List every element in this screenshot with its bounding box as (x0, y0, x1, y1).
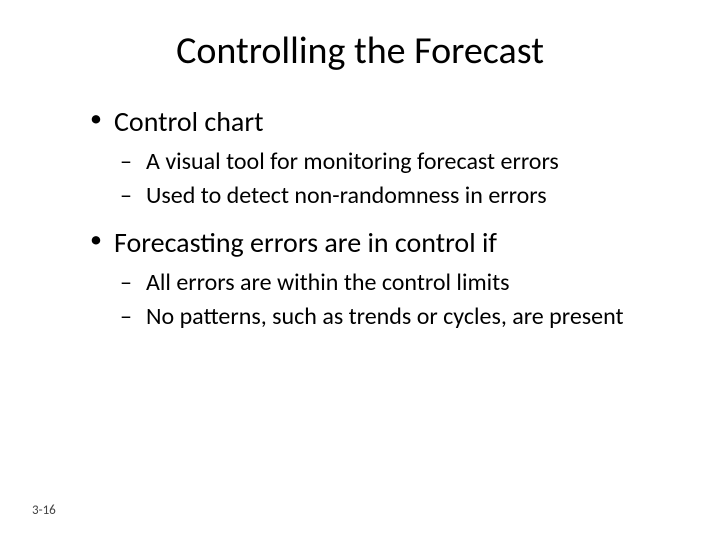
bullet-level2: All errors are within the control limits (90, 268, 670, 298)
bullet-level1: Control chart (90, 104, 670, 139)
bullet-group: Forecasting errors are in control if All… (90, 225, 670, 332)
slide-title: Controlling the Forecast (50, 28, 670, 74)
slide-container: Controlling the Forecast Control chart A… (0, 0, 720, 540)
bullet-level2: No patterns, such as trends or cycles, a… (90, 302, 670, 332)
bullet-level2: A visual tool for monitoring forecast er… (90, 147, 670, 177)
bullet-group: Control chart A visual tool for monitori… (90, 104, 670, 211)
page-number: 3-16 (32, 503, 56, 518)
bullet-level2: Used to detect non-randomness in errors (90, 181, 670, 211)
bullet-level1: Forecasting errors are in control if (90, 225, 670, 260)
slide-content: Control chart A visual tool for monitori… (50, 104, 670, 332)
